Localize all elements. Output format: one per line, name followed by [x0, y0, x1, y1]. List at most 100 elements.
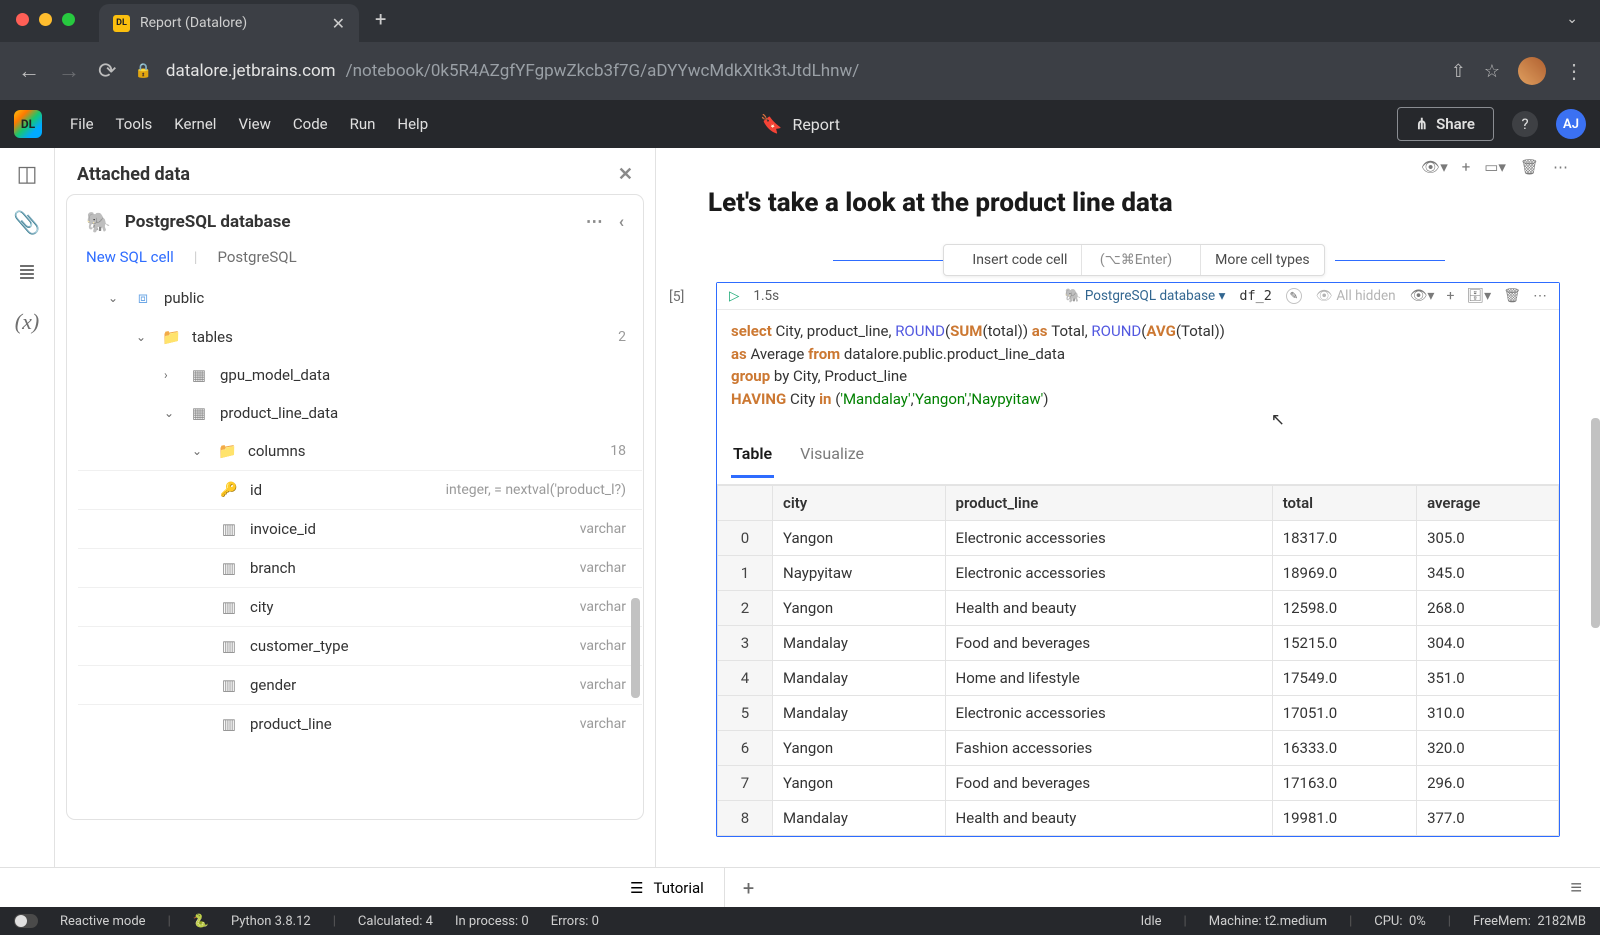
rail-attachments-icon[interactable]: 📎: [12, 211, 42, 236]
user-avatar[interactable]: AJ: [1556, 109, 1586, 139]
column-node[interactable]: ▥gendervarchar: [78, 665, 642, 704]
menu-kernel[interactable]: Kernel: [174, 115, 216, 133]
col-header[interactable]: average: [1417, 486, 1559, 521]
col-header[interactable]: product_line: [945, 486, 1272, 521]
schema-node[interactable]: ⌄ ⧈ public: [78, 278, 642, 318]
column-node[interactable]: ▥product_linevarchar: [78, 704, 642, 743]
column-node[interactable]: 🔑idinteger, = nextval('product_l?): [78, 470, 642, 509]
table-node[interactable]: ⌄ ▦ product_line_data: [78, 394, 642, 432]
url-field[interactable]: 🔒 datalore.jetbrains.com/notebook/0k5R4A…: [134, 61, 1432, 81]
reload-button[interactable]: ⟳: [98, 59, 116, 84]
menu-run[interactable]: Run: [350, 115, 376, 133]
table-row[interactable]: 2YangonHealth and beauty12598.0268.0: [718, 591, 1559, 626]
new-tab-button[interactable]: +: [375, 7, 386, 31]
table-row[interactable]: 8MandalayHealth and beauty19981.0377.0: [718, 801, 1559, 836]
add-cell-icon[interactable]: +: [1462, 158, 1471, 176]
delete-icon[interactable]: 🗑: [1503, 288, 1521, 304]
menu-view[interactable]: View: [238, 115, 270, 133]
more-cell-types-button[interactable]: More cell types: [1201, 245, 1323, 275]
list-icon: ☰: [630, 879, 643, 897]
tree-scrollbar[interactable]: [631, 598, 640, 698]
schema-tree[interactable]: ⌄ ⧈ public ⌄ 📁 tables 2 › ▦ gpu_model_da…: [68, 278, 642, 818]
col-header[interactable]: city: [773, 486, 946, 521]
notebook-title[interactable]: 🔖 Report: [760, 114, 840, 135]
sheet-tab[interactable]: ☰ Tutorial: [610, 868, 725, 907]
menu-code[interactable]: Code: [293, 115, 328, 133]
close-window-icon[interactable]: [16, 13, 29, 26]
notebook-scrollbar[interactable]: [1591, 418, 1600, 628]
tab-table[interactable]: Table: [731, 438, 774, 478]
layout-icon[interactable]: ▭▾: [1484, 158, 1506, 176]
visibility-icon[interactable]: 👁▾: [1421, 158, 1448, 176]
profile-avatar-icon[interactable]: [1518, 57, 1546, 85]
chevron-down-icon[interactable]: ⌄: [192, 444, 206, 458]
datalore-logo-icon[interactable]: DL: [14, 110, 42, 138]
menu-file[interactable]: File: [70, 115, 94, 133]
card-more-icon[interactable]: ⋯: [586, 212, 603, 232]
menu-help[interactable]: Help: [397, 115, 428, 133]
visibility-icon[interactable]: 👁▾: [1410, 288, 1435, 304]
close-tab-icon[interactable]: ✕: [332, 14, 345, 33]
columns-node[interactable]: ⌄ 📁 columns 18: [78, 432, 642, 470]
window-controls[interactable]: [16, 13, 75, 26]
sql-cell[interactable]: [5] ▷ 1.5s 🐘 PostgreSQL database ▾ df_2 …: [716, 282, 1560, 837]
table-row[interactable]: 4MandalayHome and lifestyle17549.0351.0: [718, 661, 1559, 696]
table-row[interactable]: 3MandalayFood and beverages15215.0304.0: [718, 626, 1559, 661]
add-cell-icon[interactable]: +: [1446, 288, 1454, 304]
python-version[interactable]: Python 3.8.12: [231, 914, 311, 929]
new-sql-cell-link[interactable]: New SQL cell: [86, 248, 174, 266]
all-hidden-toggle[interactable]: 👁 All hidden: [1316, 288, 1396, 304]
menu-tools[interactable]: Tools: [116, 115, 153, 133]
chevron-down-icon[interactable]: ⌄: [136, 330, 150, 344]
more-icon[interactable]: ⋯: [1553, 158, 1568, 176]
tables-node[interactable]: ⌄ 📁 tables 2: [78, 318, 642, 356]
table-node[interactable]: › ▦ gpu_model_data: [78, 356, 642, 394]
table-row[interactable]: 5MandalayElectronic accessories17051.031…: [718, 696, 1559, 731]
output-table[interactable]: city product_line total average 0YangonE…: [717, 485, 1559, 836]
share-button[interactable]: ⋔ Share: [1397, 107, 1495, 141]
chevron-right-icon[interactable]: ›: [164, 368, 178, 382]
sheet-menu-icon[interactable]: ≡: [1570, 875, 1600, 900]
col-name: branch: [250, 559, 296, 577]
column-node[interactable]: ▥customer_typevarchar: [78, 626, 642, 665]
rail-variables-icon[interactable]: (x): [12, 309, 42, 335]
table-row[interactable]: 1NaypyitawElectronic accessories18969.03…: [718, 556, 1559, 591]
insert-code-cell-button[interactable]: Insert code cell (⌥⌘Enter): [944, 245, 1201, 275]
chevron-down-icon[interactable]: ⌄: [108, 291, 122, 305]
help-button[interactable]: ?: [1512, 111, 1538, 137]
rail-outline-icon[interactable]: ≣: [12, 260, 42, 285]
tabs-dropdown-icon[interactable]: ⌄: [1566, 11, 1578, 27]
maximize-window-icon[interactable]: [62, 13, 75, 26]
minimize-window-icon[interactable]: [39, 13, 52, 26]
close-panel-icon[interactable]: ✕: [618, 164, 633, 185]
table-row[interactable]: 6YangonFashion accessories16333.0320.0: [718, 731, 1559, 766]
column-node[interactable]: ▥invoice_idvarchar: [78, 509, 642, 548]
col-header[interactable]: total: [1272, 486, 1416, 521]
add-sheet-button[interactable]: +: [725, 876, 772, 900]
browser-tab[interactable]: DL Report (Datalore) ✕: [99, 4, 359, 42]
chevron-down-icon[interactable]: ⌄: [164, 406, 178, 420]
tab-visualize[interactable]: Visualize: [798, 438, 866, 478]
markdown-heading[interactable]: Let's take a look at the product line da…: [708, 188, 1560, 218]
table-row[interactable]: 0YangonElectronic accessories18317.0305.…: [718, 521, 1559, 556]
edit-df-icon[interactable]: ✎: [1286, 288, 1302, 304]
execution-index: [5]: [669, 289, 684, 305]
connection-selector[interactable]: 🐘 PostgreSQL database ▾: [1065, 288, 1226, 304]
sql-code[interactable]: select City, product_line, ROUND(SUM(tot…: [717, 310, 1559, 426]
reactive-toggle[interactable]: [14, 914, 38, 928]
table-row[interactable]: 7YangonFood and beverages17163.0296.0: [718, 766, 1559, 801]
column-node[interactable]: ▥branchvarchar: [78, 548, 642, 587]
dataframe-name[interactable]: df_2: [1239, 288, 1272, 304]
browser-menu-icon[interactable]: ⋮: [1564, 59, 1582, 83]
column-node[interactable]: ▥cityvarchar: [78, 587, 642, 626]
delete-icon[interactable]: 🗑: [1520, 158, 1539, 176]
more-icon[interactable]: ⋯: [1533, 288, 1547, 304]
bookmark-icon[interactable]: ☆: [1484, 61, 1500, 82]
run-cell-button[interactable]: ▷: [729, 288, 739, 304]
card-collapse-icon[interactable]: ‹: [619, 212, 624, 232]
db-icon[interactable]: 🗄▾: [1466, 288, 1491, 304]
back-button[interactable]: ←: [18, 58, 40, 84]
machine-label[interactable]: Machine: t2.medium: [1209, 914, 1327, 929]
share-url-icon[interactable]: ⇧: [1451, 61, 1466, 82]
rail-database-icon[interactable]: ◫: [12, 162, 42, 187]
